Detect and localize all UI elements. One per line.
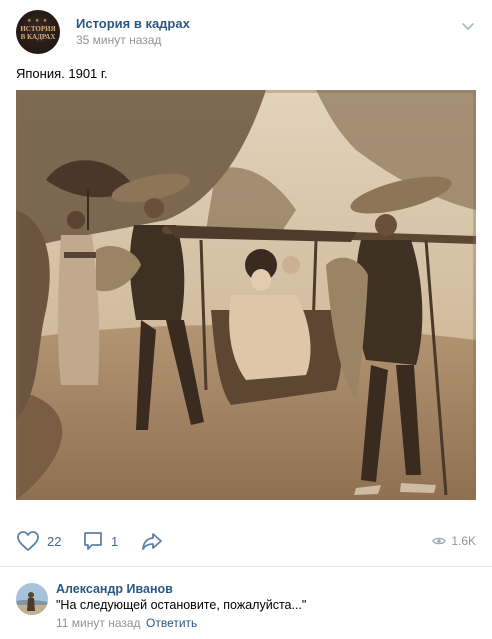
share-arrow-icon <box>142 533 162 550</box>
views-count: 1.6K <box>451 534 476 548</box>
avatar-text-line2: В КАДРАХ <box>20 33 56 41</box>
heart-icon <box>17 531 39 551</box>
post-text: Япония. 1901 г. <box>16 66 108 81</box>
share-button[interactable] <box>140 526 164 556</box>
avatar-stars: ★ ★ ★ <box>27 18 49 24</box>
post-actions: 22 1 1.6K <box>16 526 476 556</box>
commenter-avatar[interactable] <box>16 583 48 615</box>
comment-text: "На следующей остановите, пожалуйста..." <box>56 598 307 612</box>
comment-time-link[interactable]: 11 минут назад <box>56 616 141 630</box>
comment-author-link[interactable]: Александр Иванов <box>56 582 173 596</box>
comments-count: 1 <box>111 533 119 549</box>
avatar-text-line1: ИСТОРИЯ <box>20 25 56 33</box>
chevron-down-icon[interactable] <box>460 18 476 34</box>
post-header: ★ ★ ★ ИСТОРИЯ В КАДРАХ История в кадрах … <box>16 10 476 54</box>
eye-icon <box>432 537 447 545</box>
like-button[interactable]: 22 <box>16 526 61 556</box>
group-name-link[interactable]: История в кадрах <box>76 16 190 31</box>
reply-link[interactable]: Ответить <box>146 616 197 630</box>
comment-button[interactable]: 1 <box>82 526 118 556</box>
post-photo[interactable] <box>16 90 476 500</box>
post-time-link[interactable]: 35 минут назад <box>76 33 161 47</box>
divider <box>0 566 492 567</box>
comment: Александр Иванов "На следующей остановит… <box>16 578 476 633</box>
vk-post: ★ ★ ★ ИСТОРИЯ В КАДРАХ История в кадрах … <box>0 0 492 639</box>
group-avatar[interactable]: ★ ★ ★ ИСТОРИЯ В КАДРАХ <box>16 10 60 54</box>
comment-icon <box>84 532 102 550</box>
views-counter: 1.6K <box>432 526 476 556</box>
likes-count: 22 <box>47 533 62 549</box>
